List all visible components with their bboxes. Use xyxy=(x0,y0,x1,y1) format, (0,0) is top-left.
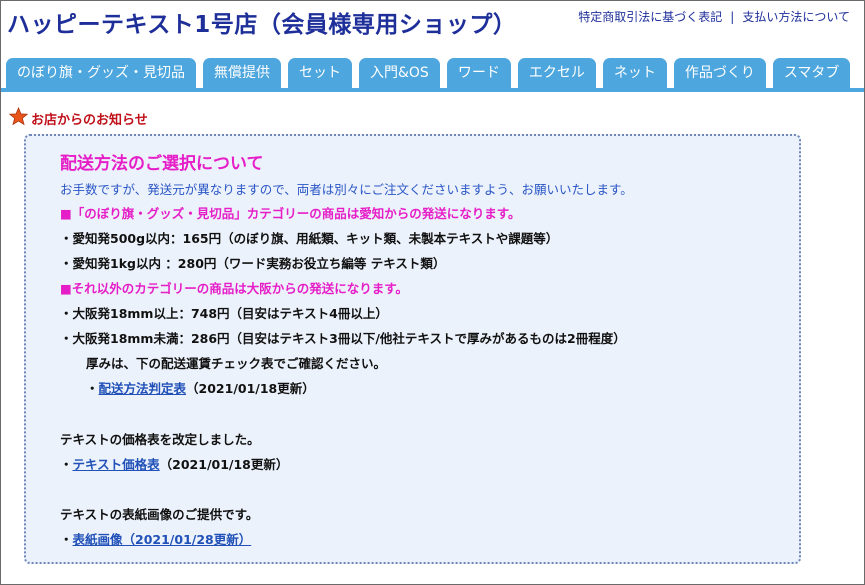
notice-heading-text: お店からのお知らせ xyxy=(31,113,148,128)
star-icon xyxy=(8,106,29,130)
tab-works[interactable]: 作品づくり xyxy=(673,58,766,88)
tab-set[interactable]: セット xyxy=(288,58,352,88)
shipping-table-date: （2021/01/18更新） xyxy=(186,381,315,396)
osaka-header: ■それ以外のカテゴリーの商品は大阪からの発送になります。 xyxy=(60,281,409,296)
tab-intro-os[interactable]: 入門&OS xyxy=(359,58,440,88)
site-title[interactable]: ハッピーテキスト1号店（会員様専用ショップ） xyxy=(7,5,516,39)
tab-word[interactable]: ワード xyxy=(446,58,511,88)
notice-heading: お店からのお知らせ xyxy=(8,106,148,130)
cover-image-link[interactable]: 表紙画像（2021/01/28更新） xyxy=(73,532,252,547)
list-bullet: ・ xyxy=(86,381,99,396)
price-table-link[interactable]: テキスト価格表 xyxy=(73,457,160,472)
tab-excel[interactable]: エクセル xyxy=(517,58,596,88)
header-links: 特定商取引法に基づく表記 | 支払い方法について xyxy=(578,8,850,25)
price-table-item: ・テキスト価格表（2021/01/18更新） xyxy=(60,454,288,473)
legal-notice-link[interactable]: 特定商取引法に基づく表記 xyxy=(578,10,722,24)
list-bullet: ・ xyxy=(60,532,73,547)
aichi-500g-rate: ・愛知発500g以内：165円（のぼり旗、用紙類、キット類、未製本テキストや課題… xyxy=(60,231,559,246)
category-tabs: のぼり旗・グッズ・見切品 無償提供 セット 入門&OS ワード エクセル ネット… xyxy=(6,58,864,88)
price-table-date: （2021/01/18更新） xyxy=(159,457,289,472)
notice-title: 配送方法のご選択について xyxy=(60,154,264,174)
link-separator: | xyxy=(730,10,735,24)
shipping-table-item: ・配送方法判定表（2021/01/18更新） xyxy=(86,378,315,397)
tab-free[interactable]: 無償提供 xyxy=(203,58,281,88)
list-bullet: ・ xyxy=(60,457,73,472)
thickness-note: 厚みは、下の配送運賃チェック表でご確認ください。 xyxy=(86,356,387,371)
tab-nobori-goods[interactable]: のぼり旗・グッズ・見切品 xyxy=(6,58,196,88)
notice-box: 配送方法のご選択について お手数ですが、発送元が異なりますので、両者は別々にご注… xyxy=(24,134,801,564)
price-revised-text: テキストの価格表を改定しました。 xyxy=(60,432,260,447)
osaka-under-rate: ・大阪発18mm未満：286円（目安はテキスト3冊以下/他社テキストで厚みがある… xyxy=(60,331,626,346)
shipping-table-link[interactable]: 配送方法判定表 xyxy=(99,381,187,396)
aichi-1kg-rate: ・愛知発1kg以内 ：280円（ワード実務お役立ち編等 テキスト類） xyxy=(60,256,446,271)
tab-smartphone-tablet[interactable]: スマタブ xyxy=(772,58,851,88)
cover-image-text: テキストの表紙画像のご提供です。 xyxy=(60,507,259,522)
tab-bar-underline xyxy=(1,88,864,92)
tab-net[interactable]: ネット xyxy=(602,58,667,88)
aichi-header: ■「のぼり旗・グッズ・見切品」カテゴリーの商品は愛知からの発送になります。 xyxy=(60,206,521,221)
cover-image-item: ・表紙画像（2021/01/28更新） xyxy=(60,529,251,548)
osaka-over-rate: ・大阪発18mm以上：748円（目安はテキスト4冊以上） xyxy=(60,306,388,321)
notice-intro: お手数ですが、発送元が異なりますので、両者は別々にご注文くださいますよう、お願い… xyxy=(60,182,633,197)
payment-methods-link[interactable]: 支払い方法について xyxy=(742,10,850,24)
